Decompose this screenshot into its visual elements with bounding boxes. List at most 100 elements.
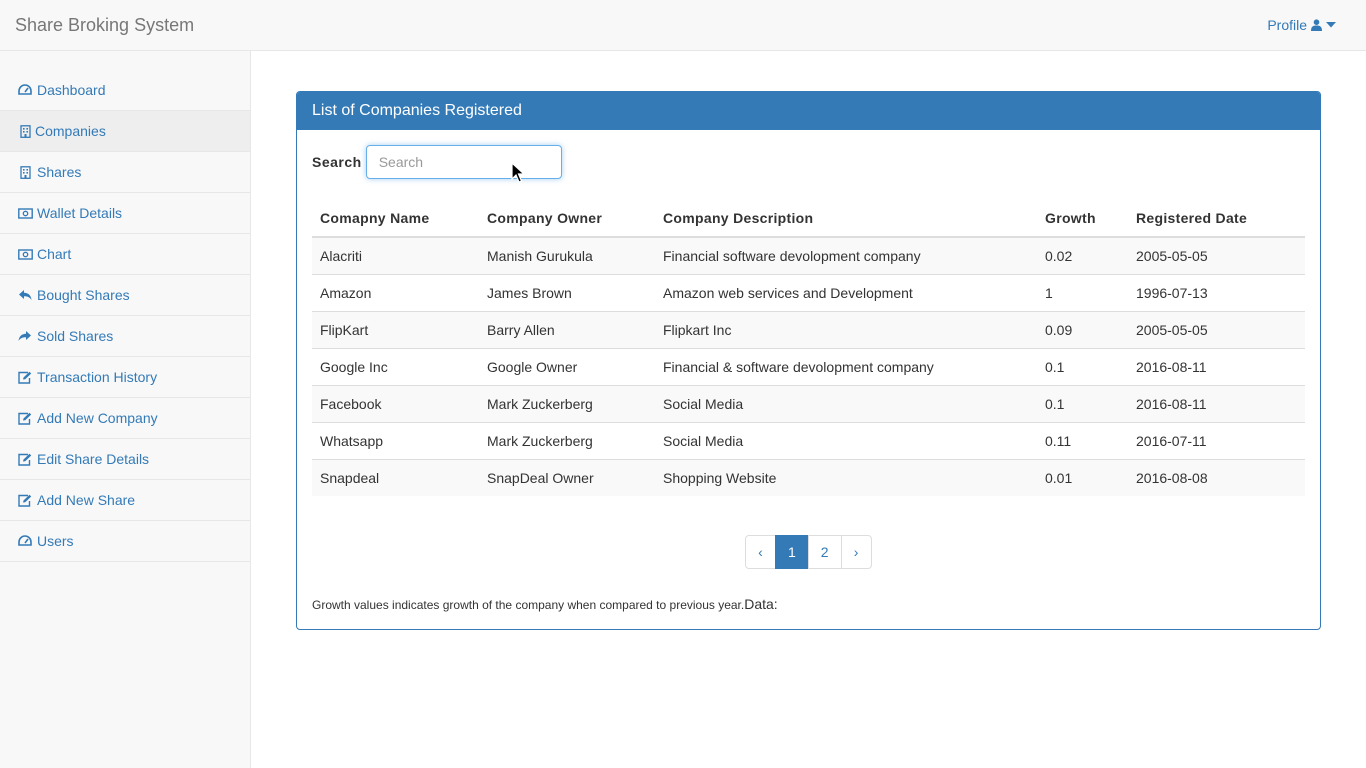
- profile-menu[interactable]: Profile: [1267, 17, 1336, 33]
- table-cell: Alacriti: [312, 236, 479, 274]
- column-header[interactable]: Company Description: [655, 199, 1037, 238]
- table-cell: Snapdeal: [312, 458, 479, 496]
- table-cell: FlipKart: [312, 310, 479, 348]
- table-cell: Google Inc: [312, 347, 479, 385]
- table-cell: Facebook: [312, 384, 479, 422]
- mouse-cursor-icon: [511, 162, 525, 183]
- table-cell: Amazon web services and Development: [655, 273, 1037, 311]
- money-icon: [17, 206, 33, 220]
- table-cell: Social Media: [655, 384, 1037, 422]
- table-cell: 0.1: [1037, 384, 1128, 422]
- table-cell: 0.01: [1037, 458, 1128, 496]
- table-row: Facebook Mark Zuckerberg Social Media 0.1 20…: [312, 384, 1305, 422]
- table-cell: 2016-08-08: [1128, 458, 1305, 496]
- table-cell: Manish Gurukula: [479, 236, 655, 274]
- table-cell: 0.11: [1037, 421, 1128, 459]
- money-icon: [17, 247, 33, 261]
- table-cell: 0.09: [1037, 310, 1128, 348]
- table-cell: Mark Zuckerberg: [479, 384, 655, 422]
- dashboard-icon: [17, 534, 33, 548]
- sidebar-item-label: Transaction History: [37, 369, 158, 385]
- sidebar-item-label: Bought Shares: [37, 287, 130, 303]
- sidebar-item-label: Companies: [35, 123, 106, 139]
- growth-note: Growth values indicates growth of the co…: [312, 598, 745, 612]
- table-row: Alacriti Manish Gurukula Financial softwar…: [312, 236, 1305, 274]
- caret-down-icon: [1326, 22, 1336, 28]
- sidebar-item-label: Shares: [37, 164, 82, 180]
- search-label: Search: [312, 154, 362, 170]
- table-row: Whatsapp Mark Zuckerberg Social Media 0.11 2…: [312, 421, 1305, 459]
- table-cell: 2005-05-05: [1128, 310, 1305, 348]
- table-cell: Google Owner: [479, 347, 655, 385]
- data-label: Data:: [744, 596, 778, 612]
- table-cell: SnapDeal Owner: [479, 458, 655, 496]
- app-title[interactable]: Share Broking System: [15, 15, 194, 35]
- table-header-row: Comapny Name Company Owner Company Descrip…: [312, 199, 1305, 238]
- edit-icon: [17, 493, 33, 507]
- sidebar-item-shares[interactable]: Shares: [0, 152, 250, 193]
- sidebar-item-dashboard[interactable]: Dashboard: [0, 70, 250, 111]
- pagination-page-2-button[interactable]: 2: [807, 535, 842, 569]
- sidebar-item-label: Edit Share Details: [37, 451, 150, 467]
- share-icon: [17, 329, 33, 343]
- sidebar-item-add-new-company[interactable]: Add New Company: [0, 398, 250, 439]
- table-cell: 1: [1037, 273, 1128, 311]
- sidebar-item-label: Add New Company: [37, 410, 158, 426]
- table-cell: 2016-08-11: [1128, 347, 1305, 385]
- pagination-page-1-button[interactable]: 1: [775, 535, 809, 569]
- edit-icon: [17, 411, 33, 425]
- profile-label: Profile: [1267, 17, 1307, 33]
- sidebar-item-label: Chart: [37, 246, 72, 262]
- table-cell: 1996-07-13: [1128, 273, 1305, 311]
- sidebar-item-transaction-history[interactable]: Transaction History: [0, 357, 250, 398]
- dashboard-icon: [17, 83, 33, 97]
- table-cell: Flipkart Inc: [655, 310, 1037, 348]
- table-cell: Social Media: [655, 421, 1037, 459]
- sidebar-item-edit-share-details[interactable]: Edit Share Details: [0, 439, 250, 480]
- table-cell: Financial software devolopment company: [655, 236, 1037, 274]
- companies-table: Comapny Name Company Owner Company Descrip…: [312, 199, 1305, 496]
- table-row: Amazon James Brown Amazon web services and…: [312, 273, 1305, 311]
- table-cell: 2016-07-11: [1128, 421, 1305, 459]
- pagination: ‹ 1 2 ›: [745, 535, 872, 569]
- edit-icon: [17, 370, 33, 384]
- sidebar-item-chart[interactable]: Chart: [0, 234, 250, 275]
- sidebar-item-users[interactable]: Users: [0, 521, 250, 562]
- navbar: Share Broking System Profile: [0, 0, 1366, 51]
- pagination-prev-button[interactable]: ‹: [745, 535, 776, 569]
- column-header[interactable]: Comapny Name: [312, 199, 479, 238]
- table-cell: Whatsapp: [312, 421, 479, 459]
- sidebar-item-sold-shares[interactable]: Sold Shares: [0, 316, 250, 357]
- table-cell: Barry Allen: [479, 310, 655, 348]
- table-cell: 0.1: [1037, 347, 1128, 385]
- sidebar-item-label: Users: [37, 533, 74, 549]
- sidebar-item-label: Add New Share: [37, 492, 136, 508]
- building-icon: [17, 124, 33, 138]
- footer-note: Growth values indicates growth of the co…: [312, 596, 778, 612]
- table-cell: 2016-08-11: [1128, 384, 1305, 422]
- table-cell: Financial & software devolopment company: [655, 347, 1037, 385]
- table-cell: 2005-05-05: [1128, 236, 1305, 274]
- column-header[interactable]: Growth: [1037, 199, 1128, 238]
- table-cell: Amazon: [312, 273, 479, 311]
- sidebar-item-wallet-details[interactable]: Wallet Details: [0, 193, 250, 234]
- sidebar-item-label: Dashboard: [37, 82, 106, 98]
- sidebar-item-label: Sold Shares: [37, 328, 114, 344]
- panel-title: List of Companies Registered: [297, 92, 1320, 130]
- column-header[interactable]: Company Owner: [479, 199, 655, 238]
- pagination-next-button[interactable]: ›: [840, 535, 872, 569]
- sidebar-item-companies[interactable]: Companies: [0, 111, 250, 152]
- search-input[interactable]: [365, 145, 562, 179]
- building-icon: [17, 165, 33, 179]
- column-header[interactable]: Registered Date: [1128, 199, 1305, 238]
- table-row: Snapdeal SnapDeal Owner Shopping Website 0.…: [312, 458, 1305, 496]
- sidebar-item-add-new-share[interactable]: Add New Share: [0, 480, 250, 521]
- sidebar-item-bought-shares[interactable]: Bought Shares: [0, 275, 250, 316]
- sidebar: Dashboard Companies Shares Wallet Details Ch…: [0, 51, 251, 768]
- companies-panel: List of Companies Registered Search Coma…: [296, 91, 1321, 630]
- user-icon: [1311, 19, 1322, 31]
- table-row: Google Inc Google Owner Financial & softwa…: [312, 347, 1305, 385]
- table-cell: James Brown: [479, 273, 655, 311]
- sidebar-item-label: Wallet Details: [37, 205, 123, 221]
- table-cell: Mark Zuckerberg: [479, 421, 655, 459]
